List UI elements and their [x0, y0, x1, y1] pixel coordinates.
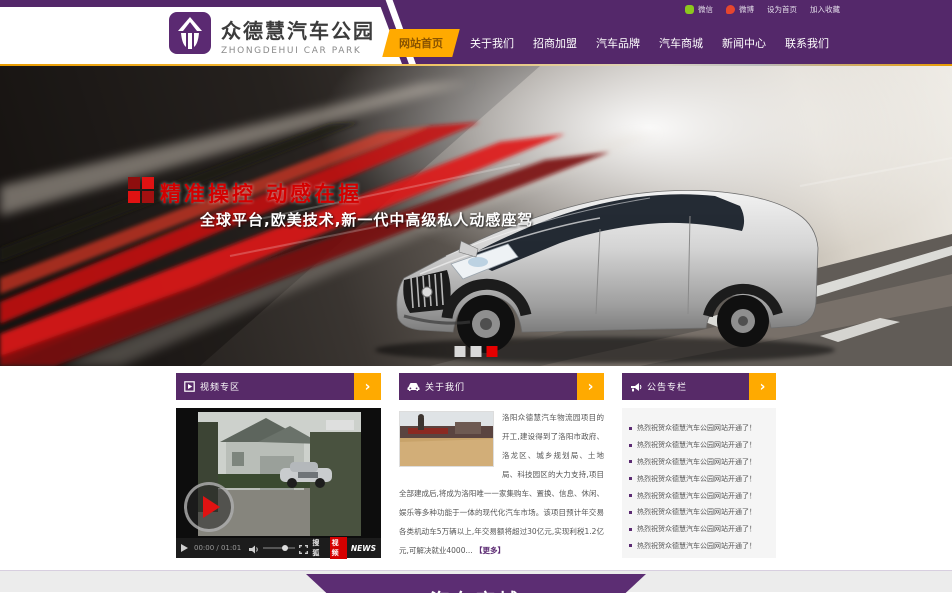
nav-item-contact[interactable]: 联系我们	[780, 35, 834, 51]
notice-item[interactable]: 热烈祝贺众德慧汽车公园网站开通了！	[629, 487, 769, 504]
section-title-banner: 汽车商城	[306, 574, 646, 593]
carousel-dots	[455, 346, 498, 357]
about-section-header: 关于我们 ›	[399, 373, 604, 400]
content-section: 视频专区 ›	[0, 366, 952, 570]
logo-text: 众德慧汽车公园 ZHONGDEHUI CAR PARK	[221, 15, 375, 56]
notice-item[interactable]: 热烈祝贺众德慧汽车公园网站开通了！	[629, 470, 769, 487]
carousel-dot-1[interactable]	[455, 346, 466, 357]
about-content: 洛阳众德慧汽车物流园项目的开工,建设得到了洛阳市政府、洛龙区、城乡规划局、土地局…	[399, 408, 604, 558]
about-photo	[399, 411, 494, 467]
notice-item[interactable]: 热烈祝贺众德慧汽车公园网站开通了！	[629, 521, 769, 538]
bullet-icon	[629, 427, 632, 430]
about-more-link[interactable]: 【更多】	[475, 546, 505, 555]
hero-subline: 全球平台,欧美技术,新一代中高级私人动感座驾	[200, 209, 533, 230]
add-favorite-link[interactable]: 加入收藏	[810, 4, 840, 15]
about-section-title: 关于我们	[425, 380, 465, 393]
news-brand: NEWS	[351, 544, 376, 553]
nav-item-mall[interactable]: 汽车商城	[654, 35, 708, 51]
car-icon	[407, 382, 420, 392]
bullet-icon	[629, 544, 632, 547]
video-play-button[interactable]	[184, 482, 234, 532]
set-home-link[interactable]: 设为首页	[767, 4, 797, 15]
bullet-icon	[629, 460, 632, 463]
video-column: 视频专区 ›	[176, 373, 381, 558]
notice-item[interactable]: 热烈祝贺众德慧汽车公园网站开通了！	[629, 538, 769, 555]
megaphone-icon	[630, 382, 642, 392]
nav-item-brands[interactable]: 汽车品牌	[591, 35, 645, 51]
weibo-icon	[726, 5, 735, 14]
video-more-arrow[interactable]: ›	[354, 373, 381, 400]
notice-list: 热烈祝贺众德慧汽车公园网站开通了！ 热烈祝贺众德慧汽车公园网站开通了！ 热烈祝贺…	[622, 408, 776, 558]
wechat-icon	[685, 5, 694, 14]
logo-lotus-icon	[168, 11, 212, 59]
about-more-arrow[interactable]: ›	[577, 373, 604, 400]
volume-slider[interactable]	[263, 547, 295, 549]
weibo-link[interactable]: 微博	[726, 4, 754, 15]
bullet-icon	[629, 528, 632, 531]
notice-item[interactable]: 热烈祝贺众德慧汽车公园网站开通了！	[629, 437, 769, 454]
site-header: 众德慧汽车公园 ZHONGDEHUI CAR PARK 微信 微博 设为首页 加…	[0, 0, 952, 64]
notice-item[interactable]: 热烈祝贺众德慧汽车公园网站开通了！	[629, 420, 769, 437]
sohu-brand: 搜狐	[312, 538, 325, 558]
bullet-icon	[629, 477, 632, 480]
hero-banner: 精准操控 动感在握 全球平台,欧美技术,新一代中高级私人动感座驾	[0, 66, 952, 366]
control-play-icon[interactable]	[181, 544, 188, 552]
bullet-icon	[629, 511, 632, 514]
site-logo[interactable]: 众德慧汽车公园 ZHONGDEHUI CAR PARK	[168, 11, 375, 59]
logo-english: ZHONGDEHUI CAR PARK	[221, 46, 375, 56]
notice-item[interactable]: 热烈祝贺众德慧汽车公园网站开通了！	[629, 504, 769, 521]
video-time: 00:00 / 01:01	[194, 544, 241, 552]
about-column: 关于我们 › 洛阳众德慧汽车物流园项目的开工,建设得	[399, 373, 604, 558]
play-icon	[203, 496, 220, 518]
video-section-header: 视频专区 ›	[176, 373, 381, 400]
logo-name: 众德慧汽车公园	[221, 15, 375, 44]
video-section-title: 视频专区	[200, 380, 240, 393]
video-icon	[184, 381, 195, 392]
hero-headline: 精准操控 动感在握	[160, 178, 362, 208]
notice-more-arrow[interactable]: ›	[749, 373, 776, 400]
nav-item-news[interactable]: 新闻中心	[717, 35, 771, 51]
bullet-icon	[629, 444, 632, 447]
shipin-brand: 视频	[330, 537, 347, 559]
main-nav: 网站首页 关于我们 招商加盟 汽车品牌 汽车商城 新闻中心 联系我们	[386, 29, 834, 57]
notice-column: 公告专栏 › 热烈祝贺众德慧汽车公园网站开通了！ 热烈祝贺众德慧汽车公园网站开通…	[622, 373, 776, 558]
video-player[interactable]: 00:00 / 01:01 搜狐 视频 NEWS	[176, 408, 381, 558]
notice-section-header: 公告专栏 ›	[622, 373, 776, 400]
wechat-link[interactable]: 微信	[685, 4, 713, 15]
topbar-links: 微信 微博 设为首页 加入收藏	[685, 3, 840, 15]
hero-red-grid-icon	[128, 177, 154, 203]
carousel-dot-2[interactable]	[471, 346, 482, 357]
notice-section-title: 公告专栏	[647, 380, 687, 393]
nav-item-home[interactable]: 网站首页	[382, 29, 460, 57]
footer-section-strip: 汽车商城	[0, 570, 952, 592]
bullet-icon	[629, 494, 632, 497]
nav-item-about[interactable]: 关于我们	[465, 35, 519, 51]
carousel-dot-3[interactable]	[487, 346, 498, 357]
nav-item-join[interactable]: 招商加盟	[528, 35, 582, 51]
notice-item[interactable]: 热烈祝贺众德慧汽车公园网站开通了！	[629, 454, 769, 471]
video-controls: 00:00 / 01:01 搜狐 视频 NEWS	[176, 538, 381, 558]
fullscreen-icon[interactable]	[299, 539, 308, 558]
volume-icon[interactable]	[249, 539, 259, 558]
